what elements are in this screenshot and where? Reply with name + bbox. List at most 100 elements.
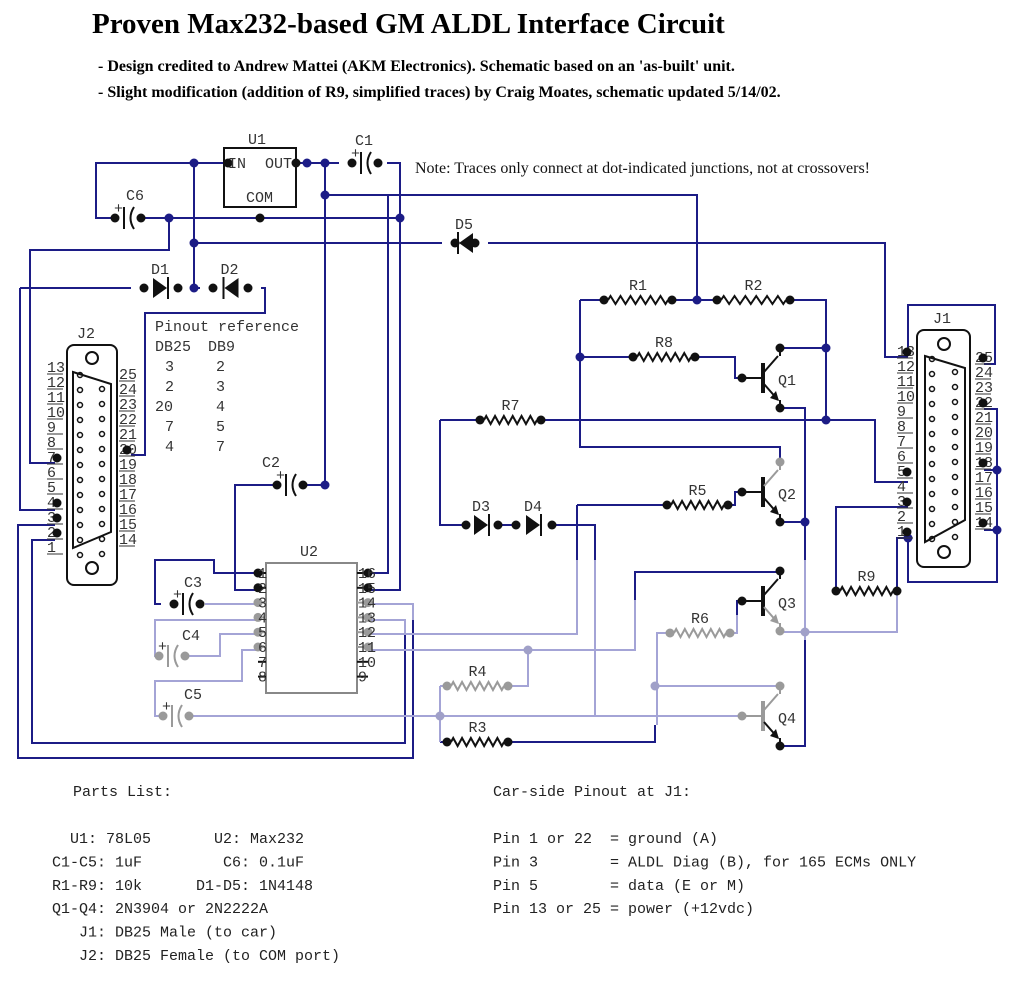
junction-dot bbox=[395, 213, 405, 223]
pin-hole bbox=[98, 385, 106, 393]
trace bbox=[439, 420, 466, 526]
diode-triangle bbox=[459, 233, 473, 253]
junction-dot bbox=[821, 343, 831, 353]
junction-dot bbox=[775, 681, 785, 691]
component-label: C1 bbox=[355, 133, 373, 150]
pin-hole bbox=[951, 458, 959, 466]
junction-dot bbox=[992, 465, 1002, 475]
pin-hole bbox=[98, 520, 106, 528]
junction-dot bbox=[785, 295, 795, 305]
junction-dot bbox=[821, 415, 831, 425]
u1-pin-com: COM bbox=[246, 190, 273, 207]
pin-hole bbox=[76, 521, 84, 529]
junction-dot bbox=[208, 283, 218, 293]
diode-d3: D3 bbox=[461, 499, 503, 536]
component-label: D2 bbox=[221, 262, 239, 279]
pin-hole bbox=[951, 383, 959, 391]
junction-dot bbox=[52, 528, 62, 538]
junction-dot bbox=[122, 445, 132, 455]
junction-dot bbox=[902, 497, 912, 507]
junction-dot bbox=[690, 352, 700, 362]
junction-dot bbox=[800, 627, 810, 637]
parts-list-item: R1-R9: 10k D1-D5: 1N4148 bbox=[52, 878, 313, 895]
component-label: D5 bbox=[455, 217, 473, 234]
junction-dot bbox=[298, 480, 308, 490]
transistor-q2: Q2 bbox=[737, 457, 796, 527]
component-label: Q2 bbox=[778, 487, 796, 504]
junction-dot bbox=[575, 352, 585, 362]
pinout-db25-value: 3 bbox=[165, 359, 174, 376]
resistor-r2: R2 bbox=[712, 278, 795, 306]
junction-dot bbox=[442, 737, 452, 747]
trace bbox=[695, 356, 742, 379]
junction-dot bbox=[978, 353, 988, 363]
trace bbox=[368, 162, 401, 591]
pin-hole bbox=[76, 446, 84, 454]
junction-dot bbox=[662, 500, 672, 510]
pin-hole bbox=[928, 370, 936, 378]
car-pinout-item: Pin 1 or 22 = ground (A) bbox=[493, 831, 718, 848]
junction-dot bbox=[723, 500, 733, 510]
crossover-note: Note: Traces only connect at dot-indicat… bbox=[415, 160, 870, 177]
pin-hole bbox=[928, 385, 936, 393]
u1-label: U1 bbox=[248, 132, 266, 149]
car-pinout-item: Pin 3 = ALDL Diag (B), for 165 ECMs ONLY bbox=[493, 854, 916, 871]
pinout-db25-value: 7 bbox=[165, 419, 174, 436]
trace bbox=[368, 195, 389, 574]
component-label: R9 bbox=[858, 569, 876, 586]
junction-dot bbox=[255, 213, 265, 223]
diode-d2: D2 bbox=[208, 262, 253, 299]
junction-dot bbox=[667, 295, 677, 305]
junction-dot bbox=[173, 283, 183, 293]
pin-hole bbox=[951, 443, 959, 451]
capacitor-c6: +C6 bbox=[110, 188, 146, 230]
diode-d4: D4 bbox=[511, 499, 557, 536]
trace bbox=[790, 299, 827, 420]
capacitor-c5: + C5 bbox=[158, 687, 202, 728]
junction-dot bbox=[189, 158, 199, 168]
pin-hole bbox=[98, 490, 106, 498]
u2-label: U2 bbox=[300, 544, 318, 561]
trace bbox=[656, 632, 670, 725]
junction-dot bbox=[442, 681, 452, 691]
parts-list-item: J2: DB25 Female (to COM port) bbox=[52, 948, 340, 965]
junction-dot bbox=[503, 737, 513, 747]
capacitor-curved-plate bbox=[177, 704, 183, 728]
capacitor-curved-plate bbox=[366, 151, 372, 175]
junction-dot bbox=[902, 527, 912, 537]
resistor-r1: R1 bbox=[599, 278, 677, 306]
trace bbox=[541, 419, 908, 483]
resistor-zigzag bbox=[673, 626, 727, 640]
transistor-q1: Q1 bbox=[737, 343, 796, 413]
pinout-header-db9: DB9 bbox=[208, 339, 235, 356]
plus-sign: + bbox=[158, 639, 167, 656]
parts-list: Parts List: U1: 78L05 U2: Max232 C1-C5: 1… bbox=[52, 784, 340, 965]
component-label: R4 bbox=[469, 664, 487, 681]
component-label: Q3 bbox=[778, 596, 796, 613]
trace bbox=[634, 571, 780, 600]
capacitor-curved-plate bbox=[188, 592, 194, 616]
pin-hole bbox=[76, 506, 84, 514]
junction-dot bbox=[52, 498, 62, 508]
pin-hole bbox=[928, 460, 936, 468]
pin-hole bbox=[928, 475, 936, 483]
trace bbox=[508, 725, 656, 743]
j1-connector: J1 1312111098765432125242322212019181716… bbox=[897, 311, 993, 568]
plus-sign: + bbox=[173, 587, 182, 604]
pinout-db9-value: 4 bbox=[216, 399, 225, 416]
pinout-header-db25: DB25 bbox=[155, 339, 191, 356]
junction-dot bbox=[52, 513, 62, 523]
junction-dot bbox=[302, 158, 312, 168]
pin-hole bbox=[76, 551, 84, 559]
pin-hole bbox=[951, 488, 959, 496]
modification-line: - Slight modification (addition of R9, s… bbox=[98, 84, 781, 101]
junction-dot bbox=[650, 681, 660, 691]
component-label: Q4 bbox=[778, 711, 796, 728]
junction-dot bbox=[775, 741, 785, 751]
component-label: C4 bbox=[182, 628, 200, 645]
trace bbox=[896, 537, 908, 591]
pin-hole bbox=[76, 431, 84, 439]
pin-hole bbox=[76, 461, 84, 469]
pin-hole bbox=[98, 445, 106, 453]
component-label: R7 bbox=[502, 398, 520, 415]
